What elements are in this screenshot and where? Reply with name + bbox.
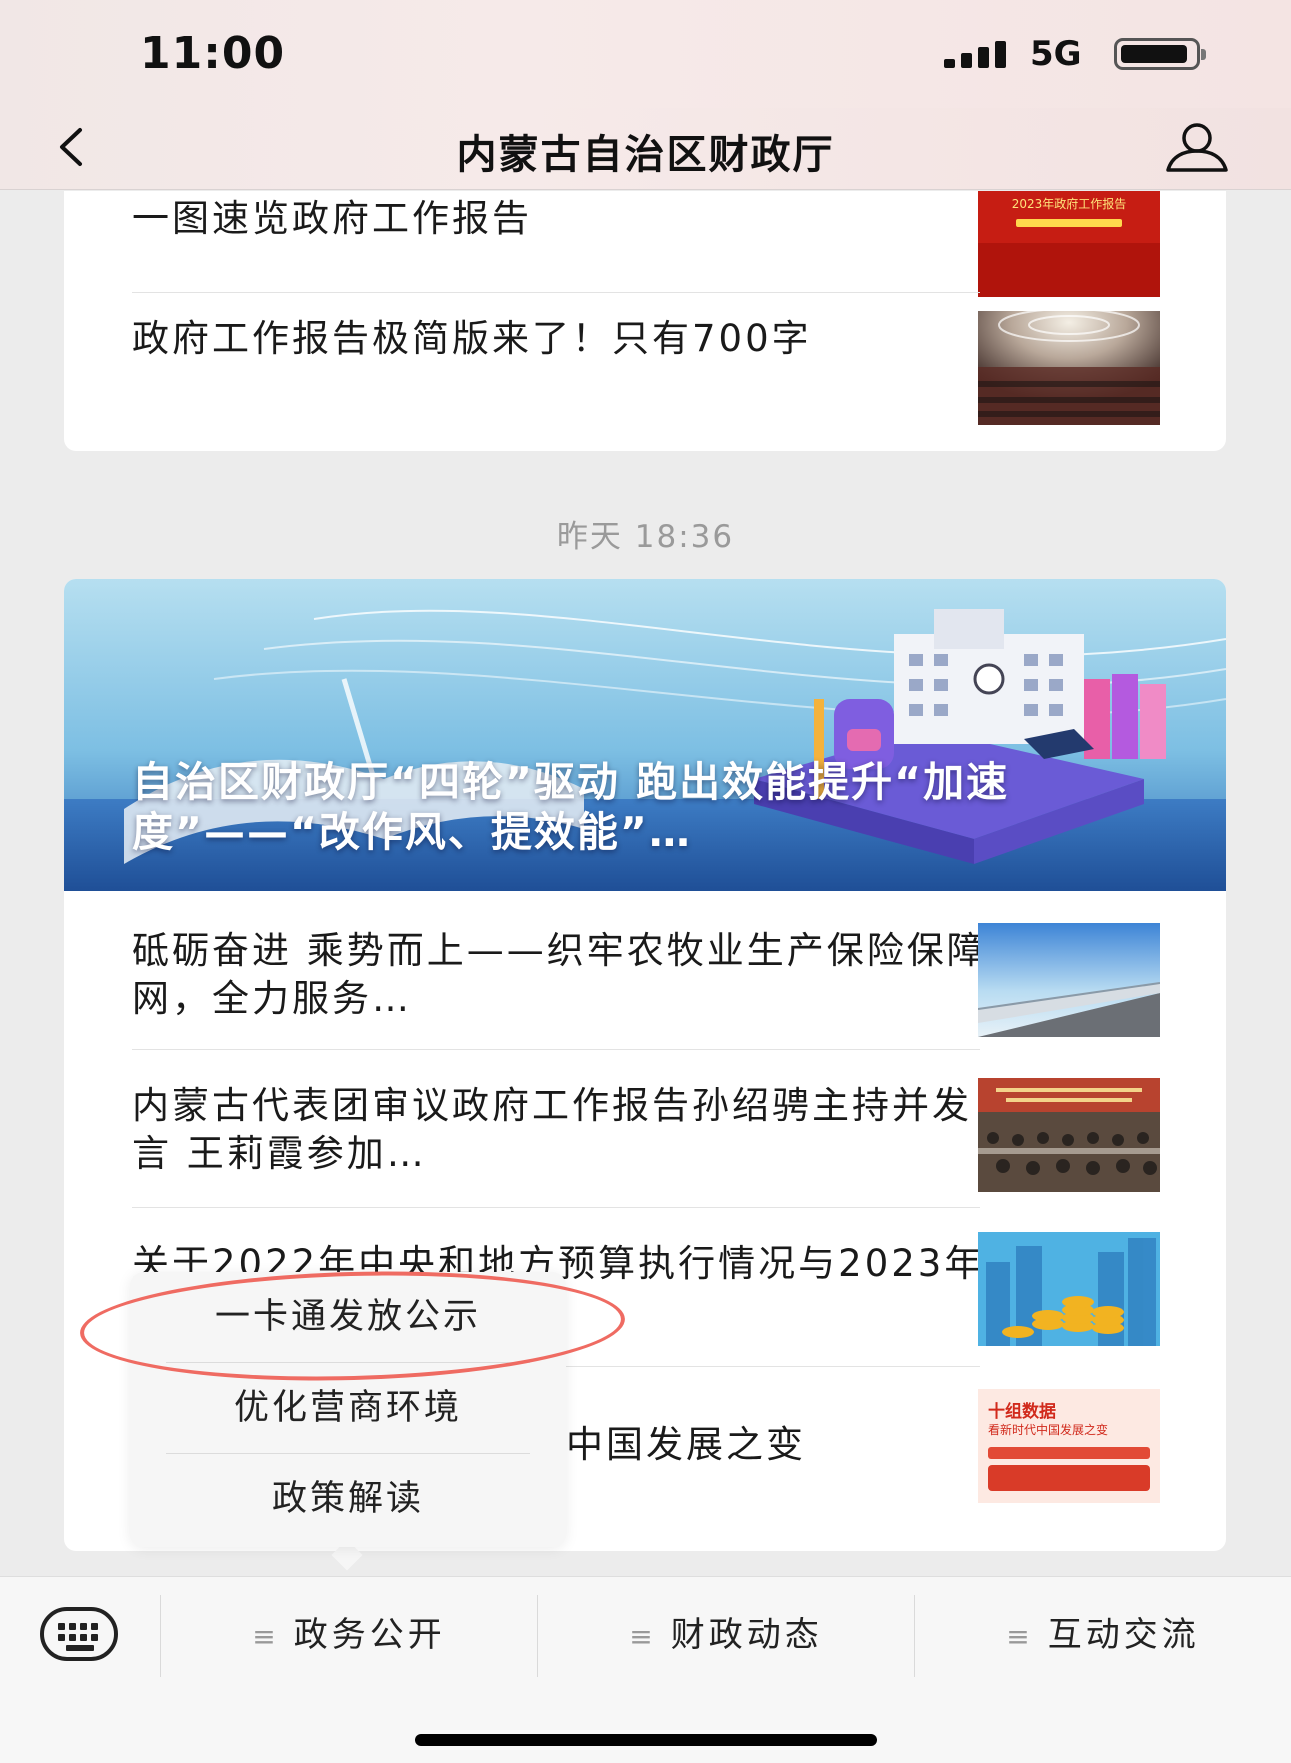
article-title: 政府工作报告极简版来了！只有700字 [132, 317, 812, 360]
menu-hamburger-icon: ≡ [252, 1620, 276, 1653]
nav-bar: 内蒙古自治区财政厅 [0, 108, 1291, 190]
article-item[interactable]: 政府工作报告极简版来了！只有700字 [64, 293, 1226, 451]
message-timestamp: 昨天 18:36 [556, 519, 735, 555]
cover-article[interactable]: 自治区财政厅“四轮”驱动 跑出效能提升“加速度”——“改作风、提效能”… [64, 579, 1226, 891]
article-thumbnail [978, 923, 1160, 1037]
menu-hamburger-icon: ≡ [1006, 1620, 1030, 1653]
menu-tab-finance-news[interactable]: ≡ 财政动态 [538, 1607, 914, 1663]
menu-tab-label: 互动交流 [1047, 1615, 1200, 1655]
article-title: 一图速览政府工作报告 [132, 197, 532, 240]
article-title: 中国发展之变 [566, 1423, 806, 1466]
article-title: 砥砺奋进 乘势而上——织牢农牧业生产保险保障网，全力服务… [132, 929, 987, 1020]
thumbnail-caption: 2023年政府工作报告 [1011, 197, 1127, 211]
menu-tab-government-affairs[interactable]: ≡ 政务公开 [161, 1607, 537, 1663]
thumbnail-caption: 十组数据 [988, 1402, 1056, 1422]
keyboard-icon[interactable] [40, 1607, 118, 1661]
article-thumbnail [978, 1232, 1160, 1346]
back-arrow-icon[interactable] [50, 122, 100, 172]
article-item[interactable]: 砥砺奋进 乘势而上——织牢农牧业生产保险保障网，全力服务… [64, 891, 1226, 1049]
status-bar: 11:00 5G [0, 0, 1291, 108]
menu-hamburger-icon: ≡ [629, 1620, 653, 1653]
article-thumbnail [978, 311, 1160, 425]
article-item[interactable]: 内蒙古代表团审议政府工作报告孙绍骋主持并发言 王莉霞参加… [64, 1050, 1226, 1207]
cover-article-title: 自治区财政厅“四轮”驱动 跑出效能提升“加速度”——“改作风、提效能”… [132, 758, 1010, 856]
home-indicator[interactable] [415, 1734, 877, 1746]
cellular-signal-icon [944, 38, 1010, 68]
article-title: 内蒙古代表团审议政府工作报告孙绍骋主持并发言 王莉霞参加… [132, 1084, 972, 1175]
page-title: 内蒙古自治区财政厅 [456, 132, 835, 178]
menu-tab-label: 财政动态 [670, 1615, 823, 1655]
article-item[interactable]: 一图速览政府工作报告 2023年政府工作报告 [64, 191, 1226, 297]
thumbnail-subcaption: 看新时代中国发展之变 [988, 1423, 1109, 1437]
status-time: 11:00 [140, 28, 286, 79]
menu-tab-interaction[interactable]: ≡ 互动交流 [915, 1607, 1291, 1663]
submenu-item-policy-interpretation[interactable]: 政策解读 [130, 1454, 566, 1544]
article-thumbnail: 2023年政府工作报告 [978, 191, 1160, 297]
article-card: 一图速览政府工作报告 2023年政府工作报告 政府工作报告极简版来了！只有700… [64, 191, 1226, 451]
battery-icon [1114, 38, 1206, 70]
menu-tab-label: 政务公开 [293, 1615, 446, 1655]
network-type: 5G [1030, 34, 1082, 74]
profile-icon[interactable] [1162, 118, 1232, 178]
article-thumbnail [978, 1078, 1160, 1192]
article-thumbnail: 十组数据 看新时代中国发展之变 [978, 1389, 1160, 1503]
